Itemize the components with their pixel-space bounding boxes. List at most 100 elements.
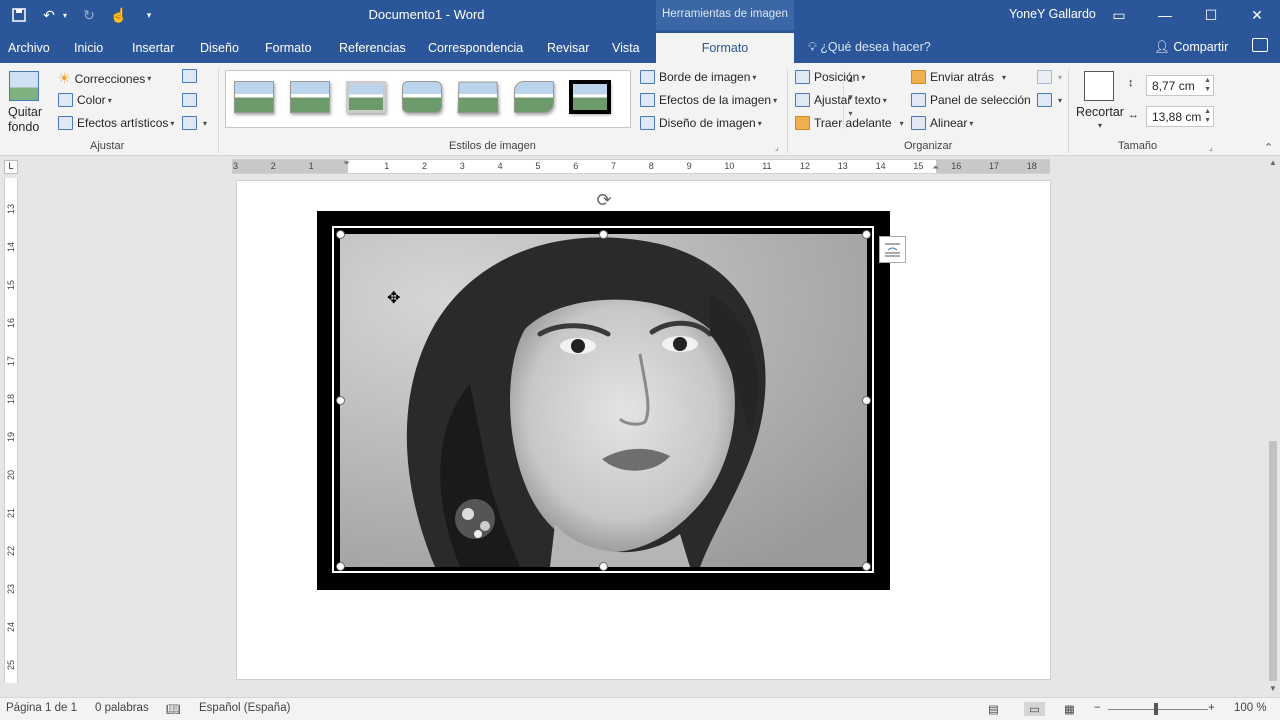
- resize-handle-left[interactable]: [336, 396, 345, 405]
- vertical-ruler[interactable]: 13 14 15 16 17 18 19 20 21 22 23 24 25: [4, 178, 18, 683]
- tab-selector[interactable]: L: [4, 160, 18, 174]
- position-button[interactable]: Posición ▾: [795, 70, 865, 84]
- zoom-slider[interactable]: [1108, 709, 1208, 710]
- status-bar: Página 1 de 1 0 palabras 📖︎ Español (Esp…: [0, 697, 1280, 720]
- minimize-button[interactable]: —: [1142, 0, 1188, 30]
- read-mode-icon[interactable]: ▤: [988, 702, 999, 716]
- style-thumb-6[interactable]: [514, 81, 554, 113]
- send-backward-button[interactable]: Enviar atrás ▾: [911, 70, 1006, 84]
- sun-icon: ☀: [58, 70, 71, 86]
- zoom-in-icon[interactable]: +: [1208, 702, 1215, 714]
- tab-correspondencia[interactable]: Correspondencia: [428, 41, 523, 55]
- resize-handle-bottom-left[interactable]: [336, 562, 345, 571]
- zoom-out-icon[interactable]: −: [1094, 702, 1101, 714]
- style-thumb-1[interactable]: [234, 81, 274, 113]
- size-dialog-launcher-icon[interactable]: ⌟: [1209, 143, 1213, 152]
- rotate-handle-icon[interactable]: ⟳: [593, 190, 615, 212]
- wrap-text-icon: [795, 93, 810, 107]
- collapse-ribbon-icon[interactable]: ⌃: [1264, 141, 1273, 154]
- page-count[interactable]: Página 1 de 1: [6, 702, 77, 714]
- resize-handle-right[interactable]: [862, 396, 871, 405]
- rotate-objects-icon[interactable]: ▾: [1037, 93, 1062, 107]
- reset-picture-icon[interactable]: ▾: [182, 116, 207, 130]
- change-picture-icon[interactable]: [182, 93, 201, 107]
- language-status[interactable]: Español (España): [199, 702, 290, 714]
- height-icon: ↕: [1128, 77, 1134, 89]
- height-spinner-icon[interactable]: ▲ ▼: [1204, 76, 1211, 94]
- ruler-number: 8: [648, 161, 654, 171]
- tab-formato-picture[interactable]: Formato: [656, 33, 794, 63]
- style-thumb-3[interactable]: [346, 81, 386, 113]
- group-icon: [1037, 70, 1052, 84]
- resize-handle-bottom[interactable]: [599, 562, 608, 571]
- lightbulb-icon: 💡︎: [808, 40, 817, 54]
- vertical-scrollbar[interactable]: ▲ ▼: [1266, 156, 1280, 696]
- color-button[interactable]: Color ▾: [58, 93, 112, 107]
- align-button[interactable]: Alinear ▾: [911, 116, 973, 130]
- ruler-number: 1: [308, 161, 314, 171]
- right-indent-marker-icon[interactable]: ⏶: [932, 162, 939, 173]
- crop-dropdown-icon[interactable]: ▾: [1096, 121, 1102, 130]
- crop-label: Recortar: [1076, 105, 1124, 119]
- resize-handle-bottom-right[interactable]: [862, 562, 871, 571]
- ribbon-display-options-icon[interactable]: ▭: [1096, 0, 1142, 30]
- remove-background-icon[interactable]: [9, 71, 39, 101]
- tab-insertar[interactable]: Insertar: [132, 41, 174, 55]
- proofing-icon[interactable]: 📖︎: [166, 702, 181, 716]
- compress-pictures-icon[interactable]: [182, 69, 201, 83]
- group-objects-icon[interactable]: ▾: [1037, 70, 1062, 84]
- zoom-slider-thumb[interactable]: [1154, 703, 1158, 715]
- tab-inicio[interactable]: Inicio: [74, 41, 103, 55]
- zoom-level[interactable]: 100 %: [1234, 702, 1267, 714]
- height-input[interactable]: 8,77 cm ▲ ▼: [1146, 75, 1214, 96]
- tab-revisar[interactable]: Revisar: [547, 41, 589, 55]
- share-button[interactable]: 👤︎ Compartir: [1154, 40, 1228, 55]
- tab-vista[interactable]: Vista: [612, 41, 640, 55]
- resize-handle-top[interactable]: [599, 230, 608, 239]
- scroll-up-icon[interactable]: ▲: [1269, 158, 1277, 167]
- scroll-down-icon[interactable]: ▼: [1269, 684, 1277, 693]
- scroll-thumb[interactable]: [1269, 441, 1277, 681]
- print-layout-icon[interactable]: ▭: [1024, 702, 1045, 716]
- web-layout-icon[interactable]: ▦: [1064, 702, 1075, 716]
- tab-referencias[interactable]: Referencias: [339, 41, 406, 55]
- maximize-button[interactable]: ☐: [1188, 0, 1234, 30]
- style-thumb-4[interactable]: [402, 81, 442, 113]
- crop-icon[interactable]: [1084, 71, 1114, 101]
- tab-archivo[interactable]: Archivo: [8, 41, 50, 55]
- user-name[interactable]: YoneY Gallardo: [1009, 7, 1096, 21]
- corrections-button[interactable]: ☀ Correcciones ▾: [58, 70, 151, 87]
- style-thumb-7-selected[interactable]: [569, 80, 611, 114]
- width-spinner-icon[interactable]: ▲ ▼: [1204, 107, 1211, 125]
- wrap-text-button[interactable]: Ajustar texto ▾: [795, 93, 887, 107]
- picture-effects-button[interactable]: Efectos de la imagen ▾: [640, 93, 777, 107]
- close-button[interactable]: ✕: [1234, 0, 1280, 30]
- portrait-photo[interactable]: [340, 234, 867, 567]
- word-count[interactable]: 0 palabras: [95, 702, 149, 714]
- tab-diseno[interactable]: Diseño: [200, 41, 239, 55]
- group-tamano-label: Tamaño: [1118, 140, 1158, 152]
- styles-dialog-launcher-icon[interactable]: ⌟: [775, 143, 779, 152]
- remove-background-button[interactable]: Quitar fondo: [8, 105, 42, 135]
- width-input[interactable]: 13,88 cm ▲ ▼: [1146, 106, 1214, 127]
- horizontal-ruler[interactable]: 3 2 1 1 2 3 4 5 6 7 8 9 10 11 12 13 14 15 16 17 18 ⏷ ⏶: [232, 158, 1050, 174]
- style-thumb-2[interactable]: [290, 81, 330, 113]
- style-thumb-5[interactable]: [457, 81, 499, 114]
- selection-pane-button[interactable]: Panel de selección: [911, 93, 1031, 107]
- picture-border-button[interactable]: Borde de imagen ▾: [640, 70, 756, 84]
- wrap-text-label: Ajustar texto: [814, 93, 881, 107]
- resize-handle-top-left[interactable]: [336, 230, 345, 239]
- indent-marker-icon[interactable]: ⏷: [343, 158, 350, 169]
- crop-button[interactable]: Recortar: [1076, 105, 1124, 119]
- tab-formato-home[interactable]: Formato: [265, 41, 312, 55]
- artistic-effects-button[interactable]: Efectos artísticos ▾: [58, 116, 174, 130]
- tell-me-search[interactable]: 💡︎ ¿Qué desea hacer?: [808, 40, 931, 55]
- layout-options-icon[interactable]: [879, 236, 906, 263]
- effects-icon: [640, 93, 655, 107]
- resize-handle-top-right[interactable]: [862, 230, 871, 239]
- comments-icon[interactable]: [1252, 38, 1268, 52]
- picture-layout-button[interactable]: Diseño de imagen ▾: [640, 116, 762, 130]
- move-cursor-icon: ✥: [387, 290, 401, 307]
- bring-forward-button[interactable]: Traer adelante ▾: [795, 116, 904, 130]
- ruler-number: 2: [270, 161, 276, 171]
